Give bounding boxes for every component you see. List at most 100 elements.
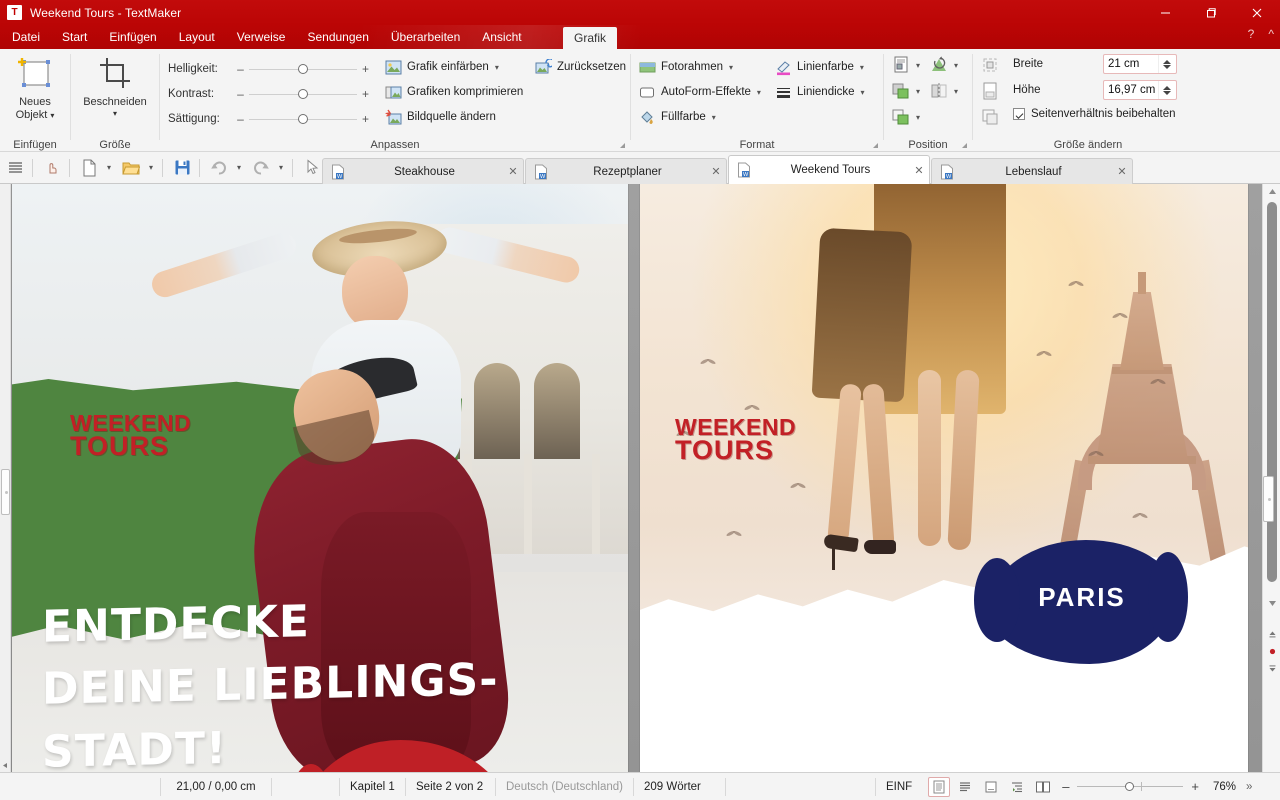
document-tab-close[interactable]: ✕: [706, 165, 726, 178]
align-objects-button[interactable]: [979, 54, 1001, 76]
brightness-slider-thumb[interactable]: [298, 63, 308, 74]
next-page-icon[interactable]: [1267, 663, 1278, 674]
saturation-decrease-button[interactable]: –: [234, 112, 247, 126]
status-overflow[interactable]: »: [1246, 781, 1252, 793]
crop-caret[interactable]: ▾: [113, 109, 117, 118]
saturation-increase-button[interactable]: +: [359, 112, 372, 126]
split-handle-left[interactable]: [1, 469, 10, 515]
contrast-slider[interactable]: [249, 88, 357, 99]
view-book-icon[interactable]: [1032, 777, 1054, 797]
autoshape-effects-button[interactable]: AutoForm-Effekte ▾: [639, 81, 761, 103]
status-chapter[interactable]: Kapitel 1: [340, 777, 406, 796]
close-button[interactable]: [1234, 0, 1280, 25]
open-folder-icon[interactable]: [118, 155, 144, 181]
saturation-slider[interactable]: [249, 113, 357, 124]
height-spinner[interactable]: [1158, 81, 1174, 99]
menu-item-layout[interactable]: Layout: [168, 25, 226, 49]
text-wrapping-caret[interactable]: ▾: [912, 54, 924, 76]
group-objects-button[interactable]: [979, 106, 1001, 128]
rotate-caret[interactable]: ▾: [950, 54, 962, 76]
flip-button[interactable]: [928, 80, 950, 102]
menu-item-datei[interactable]: Datei: [0, 25, 51, 49]
document-tab-lebenslauf[interactable]: W Lebenslauf ✕: [931, 158, 1133, 184]
document-tab-steakhouse[interactable]: W Steakhouse ✕: [322, 158, 524, 184]
photo-frame-caret[interactable]: ▾: [729, 63, 733, 72]
zoom-slider[interactable]: [1077, 782, 1184, 791]
document-tab-close[interactable]: ✕: [503, 165, 523, 178]
menu-lines-icon[interactable]: [2, 155, 28, 181]
menu-item-ansicht[interactable]: Ansicht: [471, 25, 532, 49]
compress-images-button[interactable]: Grafiken komprimieren: [385, 81, 523, 103]
bring-forward-button[interactable]: [890, 80, 912, 102]
zoom-level[interactable]: 76%: [1213, 781, 1236, 793]
menu-item-start[interactable]: Start: [51, 25, 98, 49]
brightness-decrease-button[interactable]: –: [234, 62, 247, 76]
scroll-down-arrow-icon[interactable]: [1263, 596, 1280, 611]
flip-caret[interactable]: ▾: [950, 80, 962, 102]
brightness-increase-button[interactable]: +: [359, 62, 372, 76]
document-tab-rezeptplaner[interactable]: W Rezeptplaner ✕: [525, 158, 727, 184]
send-backward-button[interactable]: [890, 106, 912, 128]
status-insert-mode[interactable]: EINF: [876, 778, 926, 796]
menu-item-ueberarbeiten[interactable]: Überarbeiten: [380, 25, 471, 49]
status-page[interactable]: Seite 2 von 2: [406, 777, 496, 796]
position-dialog-launcher[interactable]: [960, 141, 968, 149]
contrast-increase-button[interactable]: +: [359, 87, 372, 101]
send-backward-caret[interactable]: ▾: [912, 106, 924, 128]
status-language[interactable]: Deutsch (Deutschland): [496, 777, 634, 796]
document-tab-close[interactable]: ✕: [1112, 165, 1132, 178]
recolor-image-button[interactable]: Grafik einfärben ▾: [385, 56, 499, 78]
scroll-left-arrow-icon[interactable]: [1, 760, 10, 770]
rotate-button[interactable]: [928, 54, 950, 76]
document-page-venedig[interactable]: WEEKEND TOURS ENTDECKE DEINE LIEBLINGS- …: [12, 184, 628, 772]
new-document-icon[interactable]: [76, 155, 102, 181]
anpassen-dialog-launcher[interactable]: [618, 141, 626, 149]
menu-item-verweise[interactable]: Verweise: [226, 25, 297, 49]
minimize-button[interactable]: [1142, 0, 1188, 25]
recolor-image-caret[interactable]: ▾: [495, 63, 499, 72]
contrast-decrease-button[interactable]: –: [234, 87, 247, 101]
browse-object-icon[interactable]: [1267, 646, 1278, 657]
vertical-split-scrollbar-left[interactable]: [0, 184, 11, 772]
vertical-scrollbar-thumb[interactable]: [1267, 202, 1277, 582]
align-page-button[interactable]: [979, 80, 1001, 102]
bring-forward-caret[interactable]: ▾: [912, 80, 924, 102]
document-tab-close[interactable]: ✕: [909, 164, 929, 177]
redo-icon[interactable]: [248, 155, 274, 181]
maximize-button[interactable]: [1188, 0, 1234, 25]
scroll-up-arrow-icon[interactable]: [1263, 184, 1280, 199]
menu-item-einfuegen[interactable]: Einfügen: [98, 25, 167, 49]
zoom-in-button[interactable]: +: [1191, 779, 1199, 794]
open-folder-caret[interactable]: ▾: [144, 155, 158, 181]
view-page-icon[interactable]: [980, 777, 1002, 797]
undo-caret[interactable]: ▾: [232, 155, 246, 181]
line-width-caret[interactable]: ▾: [861, 88, 865, 97]
text-wrapping-button[interactable]: [890, 54, 912, 76]
change-image-source-button[interactable]: Bildquelle ändern: [385, 106, 496, 128]
brightness-slider[interactable]: [249, 63, 357, 74]
status-cursor-position[interactable]: 21,00 / 0,00 cm: [160, 777, 272, 796]
view-outline-icon[interactable]: [1006, 777, 1028, 797]
document-canvas[interactable]: WEEKEND TOURS ENTDECKE DEINE LIEBLINGS- …: [0, 184, 1280, 772]
undo-icon[interactable]: [206, 155, 232, 181]
width-input[interactable]: [1104, 55, 1158, 73]
split-handle-right[interactable]: [1263, 476, 1274, 522]
zoom-out-button[interactable]: –: [1062, 779, 1069, 794]
keep-aspect-ratio-checkbox[interactable]: Seitenverhältnis beibehalten: [1013, 108, 1176, 120]
view-normal-icon[interactable]: [928, 776, 951, 797]
new-object-button[interactable]: Neues Objekt ▾: [2, 53, 68, 121]
redo-caret[interactable]: ▾: [274, 155, 288, 181]
width-field[interactable]: [1103, 54, 1177, 74]
collapse-ribbon-icon[interactable]: ^: [1268, 27, 1274, 41]
width-spinner[interactable]: [1158, 55, 1174, 73]
zoom-slider-thumb[interactable]: [1125, 782, 1135, 791]
format-dialog-launcher[interactable]: [871, 141, 879, 149]
line-color-caret[interactable]: ▾: [860, 63, 864, 72]
crop-button[interactable]: Beschneiden ▾: [82, 53, 148, 118]
help-icon[interactable]: ?: [1248, 27, 1255, 41]
save-icon[interactable]: [169, 155, 195, 181]
menu-item-sendungen[interactable]: Sendungen: [296, 25, 379, 49]
reset-image-button[interactable]: Zurücksetzen: [535, 56, 626, 78]
touch-mode-icon[interactable]: [39, 155, 65, 181]
line-color-button[interactable]: Linienfarbe ▾: [775, 56, 864, 78]
